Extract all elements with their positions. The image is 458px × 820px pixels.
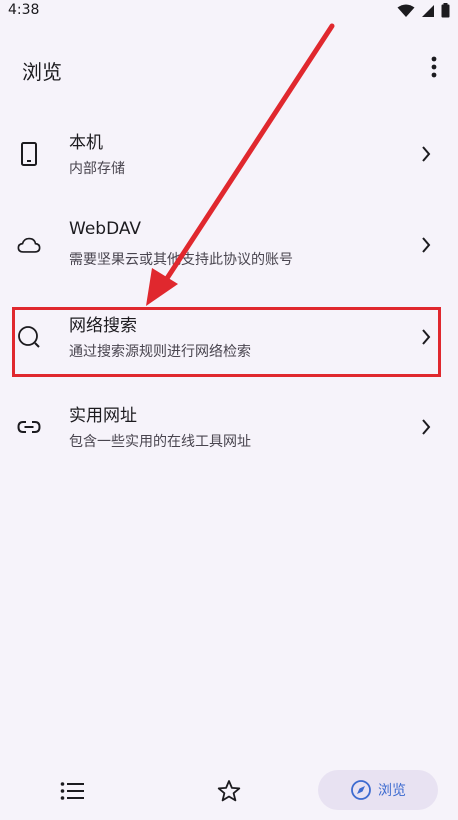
page-title: 浏览	[22, 60, 62, 84]
phone-icon	[17, 142, 41, 166]
nav-bookshelf-button[interactable]	[55, 774, 89, 808]
chevron-right-icon	[418, 144, 434, 164]
item-subtitle: 通过搜索源规则进行网络检索	[69, 344, 251, 360]
list-item-local[interactable]: 本机 内部存储	[0, 118, 458, 190]
list-item-webdav[interactable]: WebDAV 需要坚果云或其他支持此协议的账号	[0, 209, 458, 281]
explore-icon	[351, 780, 371, 800]
bottom-nav: 浏览	[0, 760, 458, 820]
item-subtitle: 需要坚果云或其他支持此协议的账号	[69, 252, 293, 268]
chevron-right-icon	[418, 417, 434, 437]
list-item-network-search[interactable]: 网络搜索 通过搜索源规则进行网络检索	[0, 301, 458, 373]
list-item-useful-links[interactable]: 实用网址 包含一些实用的在线工具网址	[0, 391, 458, 463]
status-bar: 4:38	[0, 0, 458, 22]
chevron-right-icon	[418, 327, 434, 347]
search-icon	[17, 325, 41, 349]
signal-icon	[422, 4, 434, 17]
status-time: 4:38	[8, 2, 40, 18]
nav-browse-button[interactable]: 浏览	[318, 770, 438, 810]
item-subtitle: 内部存储	[69, 161, 125, 177]
star-icon	[217, 780, 241, 802]
battery-icon	[441, 3, 450, 18]
wifi-icon	[397, 4, 415, 17]
item-title: 网络搜索	[69, 316, 137, 336]
link-icon	[17, 415, 41, 439]
nav-favorites-button[interactable]	[212, 774, 246, 808]
item-title: 本机	[69, 133, 103, 153]
more-vert-icon	[431, 56, 437, 78]
item-subtitle: 包含一些实用的在线工具网址	[69, 434, 251, 450]
item-title: WebDAV	[69, 219, 142, 239]
list-icon	[60, 782, 84, 800]
more-options-button[interactable]	[422, 54, 446, 80]
nav-browse-label: 浏览	[378, 783, 406, 799]
status-icons	[397, 3, 450, 18]
cloud-icon	[17, 233, 41, 257]
item-title: 实用网址	[69, 406, 137, 426]
chevron-right-icon	[418, 235, 434, 255]
